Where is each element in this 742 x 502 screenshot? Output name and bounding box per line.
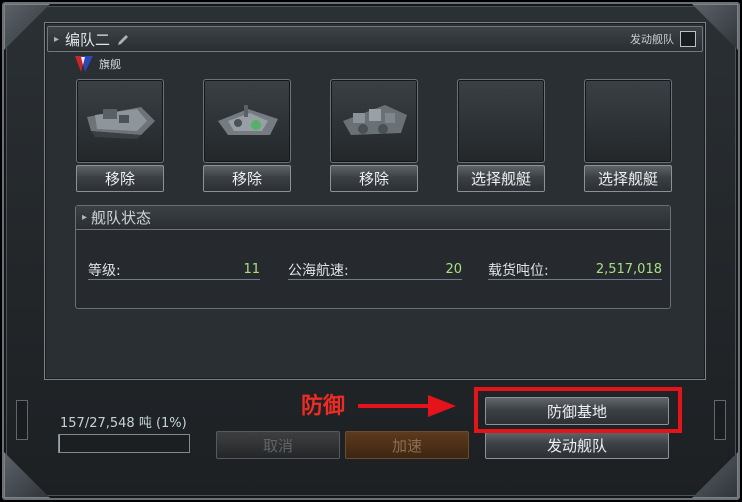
accelerate-button[interactable]: 加速 [345,431,469,459]
collapse-arrow-icon[interactable]: ▸ [54,34,59,45]
annotation-highlight-box [474,387,682,433]
fleet-header: ▸ 编队二 发动舰队 [47,26,703,52]
remove-ship-button[interactable]: 移除 [203,165,291,192]
level-value: 11 [243,262,260,277]
launch-toggle[interactable]: 发动舰队 [630,31,696,47]
speed-value: 20 [445,262,462,277]
frame-corner [4,452,50,498]
select-ship-button[interactable]: 选择舰艇 [457,165,545,192]
frame-bolt [16,400,28,440]
ship-icon [87,107,155,139]
fleet-panel: ▸ 编队二 发动舰队 旗舰 移除 移除 移除 选择舰艇 选择舰艇 ▸ 舰队状态 … [44,22,706,380]
ship-slot: 移除 [203,79,291,192]
flagship-flag-icon [73,53,95,75]
cargo-value: 2,517,018 [595,262,662,277]
empty-ship-slot[interactable] [457,79,545,163]
level-stat: 等级: 11 [88,260,260,280]
speed-stat: 公海航速: 20 [288,260,462,280]
level-label: 等级: [88,262,121,279]
select-ship-button[interactable]: 选择舰艇 [584,165,672,192]
speed-label: 公海航速: [288,262,349,279]
ship-slot-image[interactable] [76,79,164,163]
fleet-status-header: ▸ 舰队状态 [76,206,670,230]
frame-bolt [714,400,726,440]
cancel-button[interactable]: 取消 [216,431,340,459]
cargo-stat: 载货吨位: 2,517,018 [488,260,662,280]
ship-slot-image[interactable] [203,79,291,163]
ship-slot: 移除 [330,79,418,192]
ship-slot: 选择舰艇 [457,79,545,192]
ship-slot: 选择舰艇 [584,79,672,192]
remove-ship-button[interactable]: 移除 [76,165,164,192]
fleet-title: 编队二 [65,30,111,49]
cargo-label: 载货吨位: [488,262,549,279]
annotation-arrow-icon [358,395,456,417]
remove-ship-button[interactable]: 移除 [330,165,418,192]
frame-corner [692,452,738,498]
ship-icon [343,105,407,135]
capacity-bar [58,434,190,453]
fleet-status-title: 舰队状态 [91,209,152,227]
ship-slot-image[interactable] [330,79,418,163]
empty-ship-slot[interactable] [584,79,672,163]
ship-icon [218,105,278,135]
launch-fleet-button[interactable]: 发动舰队 [485,431,669,459]
launch-fleet-checkbox[interactable] [680,31,696,47]
collapse-arrow-icon[interactable]: ▸ [82,212,87,223]
ship-slot: 移除 [76,79,164,192]
fleet-status-panel: ▸ 舰队状态 等级: 11 公海航速: 20 载货吨位: 2,517,018 [75,205,671,309]
annotation-label: 防御 [301,394,346,419]
flagship-indicator: 旗舰 [73,53,121,75]
capacity-text: 157/27,548 吨 (1%) [60,416,187,431]
pencil-icon[interactable] [116,32,130,46]
flagship-label: 旗舰 [99,58,121,71]
launch-fleet-label: 发动舰队 [630,33,674,46]
capacity-bar-fill [59,435,61,452]
